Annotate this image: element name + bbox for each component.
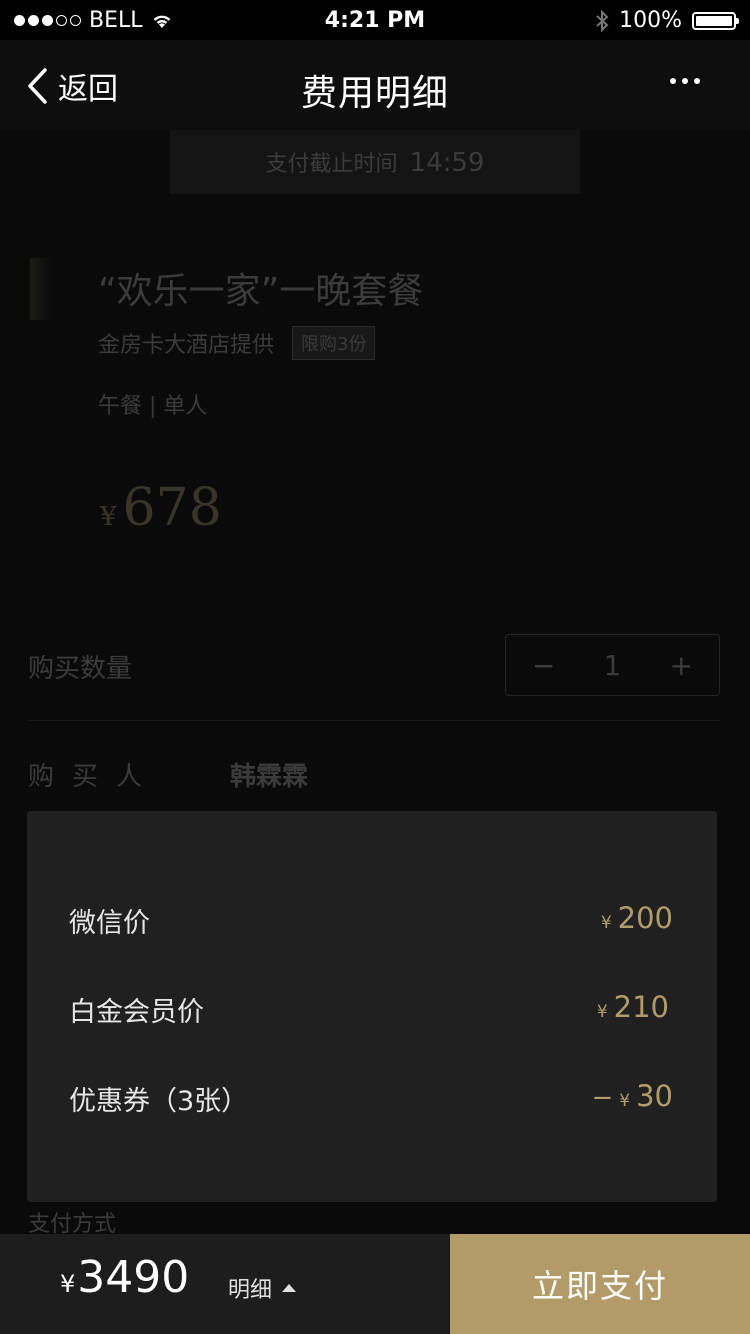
total-price: ¥3490 — [60, 1252, 189, 1303]
page-title: 费用明细 — [300, 73, 449, 114]
decrease-button[interactable]: − — [532, 649, 555, 682]
package-thumbnail — [30, 258, 52, 320]
checkout-bar: ¥3490 明细 立即支付 — [0, 1234, 750, 1334]
buyer-label: 购买人 — [28, 762, 161, 792]
breakdown-label: 微信价 — [69, 908, 150, 939]
status-bar: BELL 4:21 PM 100% — [0, 0, 750, 40]
package-title: “欢乐一家”一晚套餐 — [98, 271, 424, 312]
deadline-label: 支付截止时间 — [265, 152, 398, 177]
detail-label: 明细 — [228, 1278, 273, 1303]
battery-percent: 100% — [619, 8, 682, 33]
amount-value: 30 — [636, 1079, 673, 1113]
more-options-icon[interactable] — [670, 78, 700, 84]
breakdown-amount: ¥200 — [601, 901, 673, 935]
detail-toggle-button[interactable]: 明细 — [228, 1272, 297, 1304]
price-value: 678 — [122, 478, 222, 538]
quantity-value: 1 — [603, 648, 622, 682]
amount-value: 210 — [613, 990, 669, 1024]
amount-currency: ¥ — [619, 1091, 631, 1111]
breakdown-row: 微信价 ¥200 — [27, 901, 717, 941]
divider — [28, 720, 720, 721]
bluetooth-icon — [596, 9, 609, 32]
caret-up-icon — [282, 1284, 297, 1292]
amount-currency: ¥ — [600, 913, 612, 933]
package-price: ¥678 — [100, 478, 222, 538]
pay-now-button[interactable]: 立即支付 — [450, 1234, 750, 1334]
breakdown-row: 白金会员价 ¥210 — [27, 990, 717, 1030]
price-breakdown-popup: 微信价 ¥200 白金会员价 ¥210 优惠券（3张） − ¥30 — [27, 811, 717, 1202]
breakdown-label: 优惠券（3张） — [69, 1086, 249, 1117]
deadline-time: 14:59 — [409, 148, 485, 178]
amount-currency: ¥ — [596, 1002, 608, 1022]
breakdown-row: 优惠券（3张） − ¥30 — [27, 1079, 717, 1119]
price-currency: ¥ — [100, 502, 117, 532]
status-right: 100% — [595, 8, 739, 33]
provider-name: 金房卡大酒店提供 — [98, 333, 275, 358]
amount-value: 200 — [617, 901, 673, 935]
payment-deadline: 支付截止时间 14:59 — [0, 146, 750, 178]
buyer-name: 韩霖霖 — [230, 762, 309, 792]
breakdown-amount: − ¥30 — [591, 1079, 673, 1113]
limit-badge: 限购3份 — [292, 326, 376, 360]
total-currency: ¥ — [60, 1270, 76, 1298]
quantity-label: 购买数量 — [28, 654, 133, 684]
quantity-stepper[interactable]: − 1 + — [505, 634, 720, 696]
breakdown-amount: ¥210 — [597, 990, 669, 1024]
amount-minus: − — [591, 1083, 614, 1113]
nav-bar: 返回 费用明细 — [0, 40, 750, 130]
breakdown-label: 白金会员价 — [69, 997, 204, 1028]
increase-button[interactable]: + — [670, 649, 693, 682]
battery-icon — [692, 11, 739, 30]
provider-row: 金房卡大酒店提供 限购3份 — [98, 326, 376, 360]
meal-info: 午餐 | 单人 — [98, 394, 208, 419]
total-value: 3490 — [77, 1252, 190, 1303]
